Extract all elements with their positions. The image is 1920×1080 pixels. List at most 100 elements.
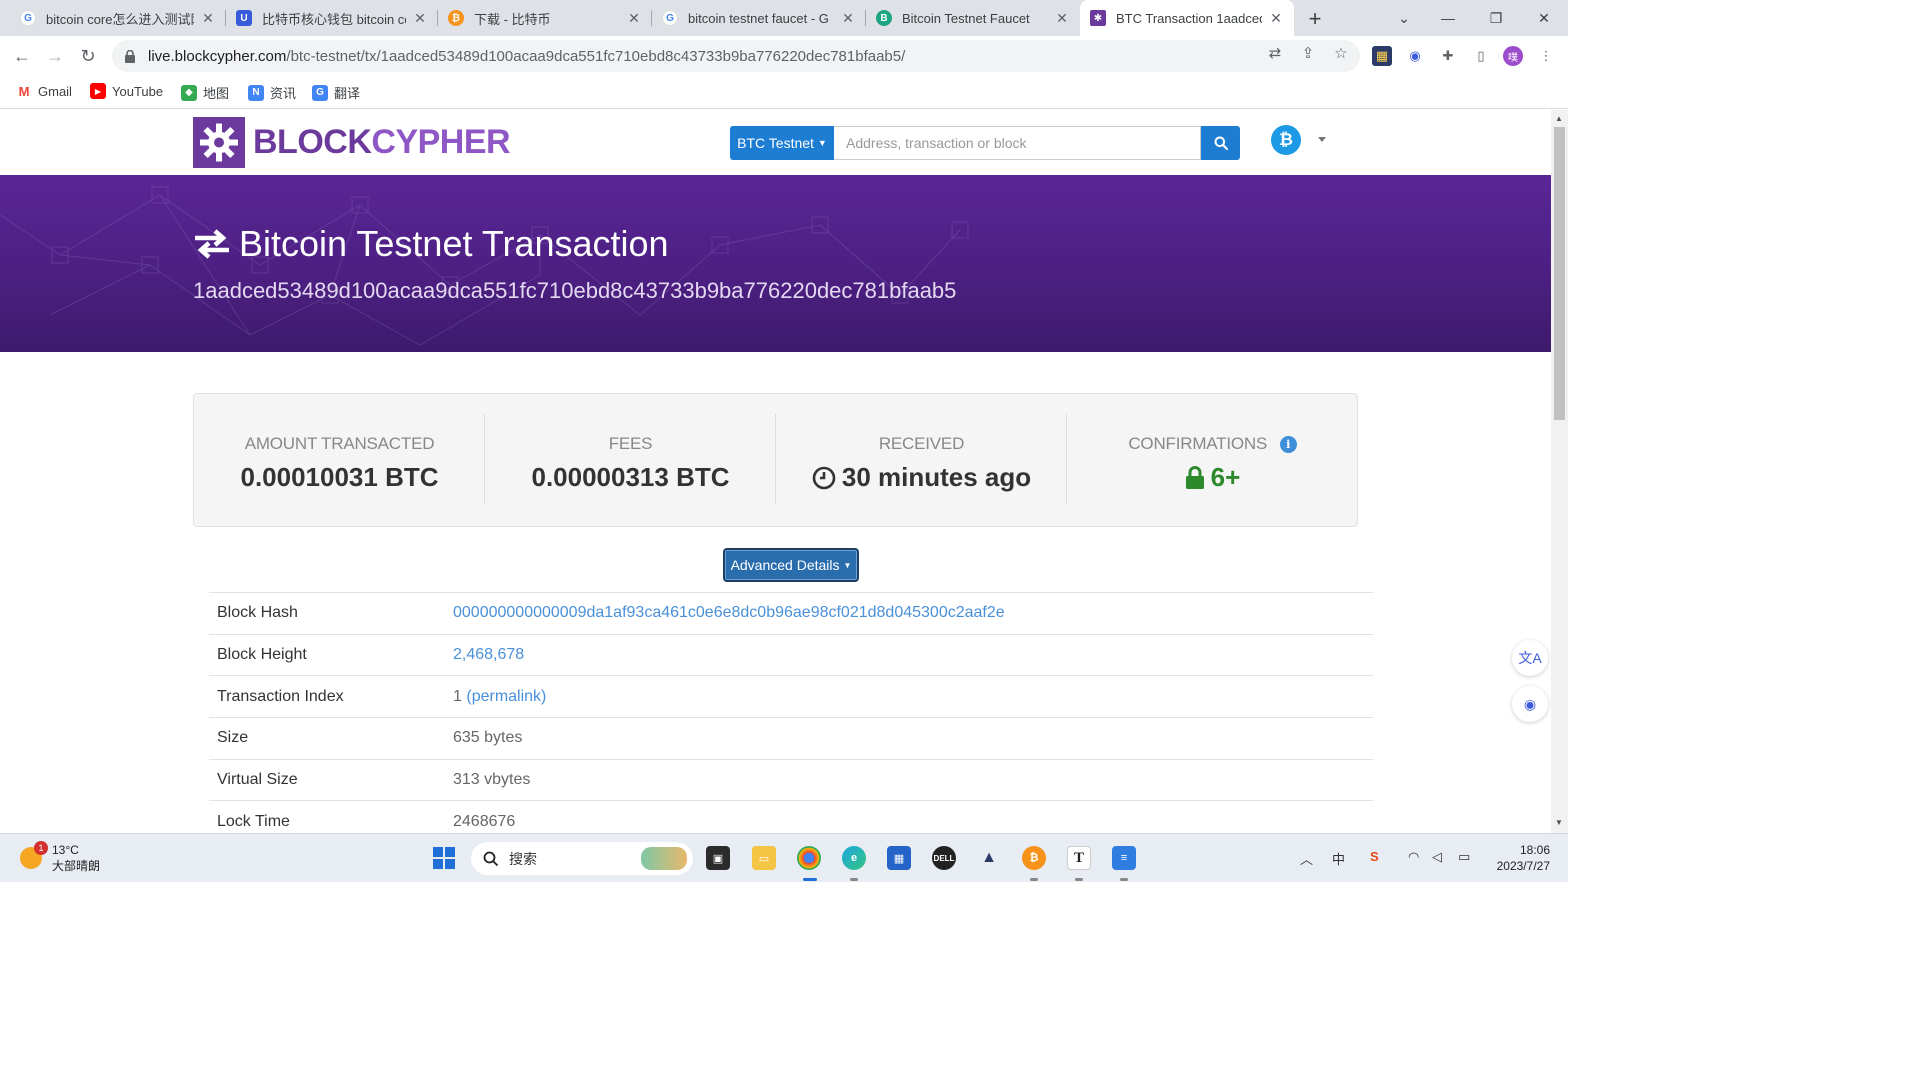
info-icon[interactable]: i (1279, 436, 1297, 453)
app-cat-icon[interactable]: ▲ (977, 846, 1001, 870)
side-panel-icon[interactable]: ▯ (1471, 46, 1491, 66)
advanced-details-label: Advanced Details (730, 557, 840, 573)
block-hash-link[interactable]: 000000000000009da1af93ca461c0e6e8dc0b96a… (453, 604, 1005, 621)
share-icon[interactable]: ⇪ (1299, 44, 1317, 62)
detail-key: Transaction Index (217, 687, 344, 705)
clock-date: 2023/7/27 (1496, 859, 1550, 873)
minimize-button[interactable]: — (1424, 0, 1472, 36)
page-scrollbar[interactable]: ▲ ▼ (1551, 110, 1568, 833)
close-tab-icon[interactable]: ✕ (1054, 10, 1070, 27)
tab-6-active[interactable]: ✱ BTC Transaction 1aadced ✕ (1080, 0, 1294, 36)
restore-button[interactable]: ❐ (1472, 0, 1520, 36)
store-icon[interactable]: ▦ (887, 846, 911, 870)
search-input[interactable]: Address, transaction or block (834, 126, 1201, 160)
stat-label: FEES (608, 434, 653, 453)
volume-icon[interactable]: ◁ (1432, 849, 1442, 865)
search-placeholder: Address, transaction or block (846, 135, 1027, 151)
back-arrow-icon[interactable]: ← (10, 44, 34, 68)
dell-icon[interactable]: DELL (932, 846, 956, 870)
floating-translate-icon[interactable]: 文A (1512, 640, 1548, 676)
bookmark-translate[interactable]: G 翻译 (312, 83, 360, 102)
profile-avatar[interactable]: 噗 (1503, 46, 1523, 66)
detail-value: 1 (permalink) (453, 687, 547, 705)
close-tab-icon[interactable]: ✕ (412, 10, 428, 27)
bitcoin-core-icon[interactable]: ₿ (1022, 846, 1046, 870)
reload-icon[interactable]: ↻ (76, 44, 100, 68)
tab-5[interactable]: B Bitcoin Testnet Faucet ✕ (866, 0, 1080, 36)
temperature: 13°C (52, 843, 79, 857)
bookmark-label: 资讯 (270, 86, 297, 101)
coin-selector-button[interactable]: ₿ (1271, 125, 1301, 155)
typora-icon[interactable]: T (1067, 846, 1091, 870)
scrollbar-thumb[interactable] (1554, 127, 1565, 420)
close-tab-icon[interactable]: ✕ (626, 10, 642, 27)
network-label: BTC Testnet (737, 135, 814, 151)
tab-4[interactable]: G bitcoin testnet faucet - G ✕ (652, 0, 866, 36)
blockcypher-logo[interactable]: BLOCKCYPHER (193, 117, 511, 168)
stat-label: AMOUNT TRANSACTED (244, 434, 435, 453)
bookmark-label: Gmail (38, 83, 72, 99)
search-button[interactable] (1201, 126, 1240, 160)
browser-tab-strip: G bitcoin core怎么进入测试网 ✕ U 比特币核心钱包 bitcoi… (0, 0, 1568, 36)
address-bar[interactable]: live.blockcypher.com/btc-testnet/tx/1aad… (112, 40, 1360, 72)
task-view-icon[interactable]: ▣ (706, 846, 730, 870)
system-clock[interactable]: 18:06 2023/7/27 (1480, 842, 1550, 874)
received-time: 30 minutes ago (841, 462, 1032, 492)
ime-indicator[interactable]: 中 (1332, 849, 1345, 868)
antivirus-icon[interactable]: S (1370, 849, 1379, 864)
transfer-arrows-icon (195, 229, 229, 259)
extensions-puzzle-icon[interactable]: ✚ (1438, 46, 1458, 66)
close-tab-icon[interactable]: ✕ (200, 10, 216, 27)
notepad-icon[interactable]: ≡ (1112, 846, 1136, 870)
table-row: Lock Time 2468676 (209, 800, 1373, 833)
caret-down-icon[interactable] (1318, 137, 1326, 142)
bookmark-youtube[interactable]: ▶ YouTube (90, 83, 163, 99)
search-highlight-image (641, 847, 687, 870)
extension-icon[interactable]: ▦ (1372, 46, 1392, 66)
advanced-details-button[interactable]: Advanced Details ▼ (723, 548, 859, 582)
fees-stat: FEES 0.00000313 BTC (485, 414, 776, 504)
floating-assistant-icon[interactable]: ◉ (1512, 686, 1548, 722)
windows-start-icon[interactable] (432, 846, 456, 870)
taskbar-search-box[interactable]: 搜索 (471, 842, 693, 875)
file-explorer-icon[interactable]: ▭ (752, 846, 776, 870)
forward-arrow-icon[interactable]: → (43, 44, 67, 68)
confirmations-label: CONFIRMATIONS (1128, 434, 1268, 453)
confirmations-count: 6+ (1210, 462, 1241, 492)
bookmark-news[interactable]: N 资讯 (248, 83, 296, 102)
notepad-running-indicator (1120, 878, 1128, 881)
edge-icon[interactable]: e (842, 846, 866, 870)
close-window-button[interactable]: ✕ (1520, 0, 1568, 36)
caret-down-icon: ▼ (817, 138, 827, 148)
tab-title: 比特币核心钱包 bitcoin core (262, 11, 406, 27)
tab-title: Bitcoin Testnet Faucet (902, 10, 1030, 26)
new-tab-button[interactable]: + (1303, 6, 1327, 32)
tab-search-chevron-icon[interactable]: ⌄ (1380, 0, 1428, 36)
chrome-icon[interactable] (797, 846, 821, 870)
tray-overflow-chevron-icon[interactable]: ︿ (1300, 849, 1313, 868)
bookmark-maps[interactable]: ◆ 地图 (181, 83, 229, 102)
wifi-icon[interactable]: ◠ (1408, 849, 1419, 865)
bookmark-star-icon[interactable]: ☆ (1332, 44, 1350, 62)
tab-2[interactable]: U 比特币核心钱包 bitcoin core ✕ (226, 0, 438, 36)
windows-taskbar: 1 13°C 大部晴朗 搜索 ▣ ▭ e ▦ DELL ▲ ₿ T ≡ ︿ 中 … (0, 833, 1568, 882)
menu-kebab-icon[interactable]: ⋮ (1536, 46, 1556, 66)
news-icon: N (248, 84, 264, 101)
block-height-link[interactable]: 2,468,678 (453, 646, 524, 663)
close-tab-icon[interactable]: ✕ (840, 10, 856, 27)
translate-icon[interactable]: ⇄ (1266, 44, 1284, 62)
close-tab-icon[interactable]: ✕ (1268, 10, 1284, 27)
tab-1[interactable]: G bitcoin core怎么进入测试网 ✕ (10, 0, 226, 36)
transaction-hash: 1aadced53489d100acaa9dca551fc710ebd8c437… (193, 278, 957, 303)
bookmark-gmail[interactable]: M Gmail (16, 83, 72, 99)
network-dropdown-button[interactable]: BTC Testnet ▼ (730, 126, 834, 160)
tab-3[interactable]: ₿ 下载 - 比特币 ✕ (438, 0, 652, 36)
battery-icon[interactable]: ▭ (1458, 849, 1470, 865)
permalink-link[interactable]: permalink (472, 688, 541, 705)
search-icon (483, 851, 499, 866)
ai-assistant-icon[interactable]: ◉ (1405, 46, 1425, 66)
notification-badge: 1 (34, 841, 48, 855)
scroll-up-arrow-icon[interactable]: ▲ (1555, 114, 1563, 123)
weather-widget[interactable]: 1 13°C 大部晴朗 (20, 841, 100, 874)
scroll-down-arrow-icon[interactable]: ▼ (1555, 818, 1563, 827)
